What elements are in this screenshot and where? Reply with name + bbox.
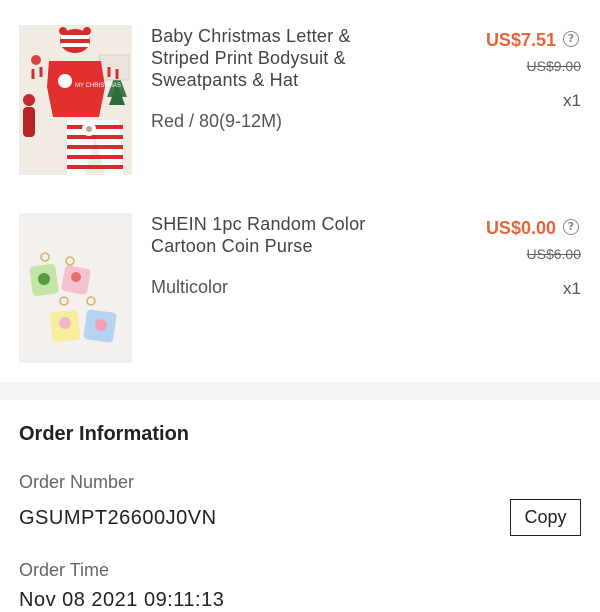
question-circle-icon[interactable]: ? [563,31,579,47]
coin-purse-image [19,213,132,363]
product-name[interactable]: Baby Christmas Letter & Striped Print Bo… [151,25,391,91]
product-original-price: US$9.00 [526,58,581,74]
product-price: US$0.00 [485,218,556,238]
order-number-label: Order Number [19,472,135,492]
product-price: US$7.51 [485,30,556,50]
christmas-outfit-image: MY CHRISTMAS [19,25,132,175]
product-image-christmas-outfit[interactable]: MY CHRISTMAS [19,25,132,175]
product-image-coin-purse[interactable] [19,213,132,363]
order-item-1[interactable]: MY CHRISTMAS Baby Christmas Letter & Str… [0,25,600,205]
product-variant: Multicolor [151,277,229,297]
product-quantity: x1 [563,279,581,298]
product-variant: Red / 80(9-12M) [151,111,283,131]
order-time-value: Nov 08 2021 09:11:13 [19,589,225,611]
order-number-value: GSUMPT26600J0VN [19,507,217,529]
order-time-label: Order Time [19,560,110,580]
copy-button[interactable]: Copy [510,499,581,536]
order-item-2[interactable]: SHEIN 1pc Random Color Cartoon Coin Purs… [0,213,600,393]
question-circle-icon[interactable]: ? [563,219,579,235]
product-name[interactable]: SHEIN 1pc Random Color Cartoon Coin Purs… [151,213,391,257]
order-information-title: Order Information [19,423,190,445]
product-quantity: x1 [563,91,581,110]
product-original-price: US$6.00 [526,246,581,262]
section-divider [0,382,600,400]
image-caption: MY CHRISTMAS [75,83,121,89]
